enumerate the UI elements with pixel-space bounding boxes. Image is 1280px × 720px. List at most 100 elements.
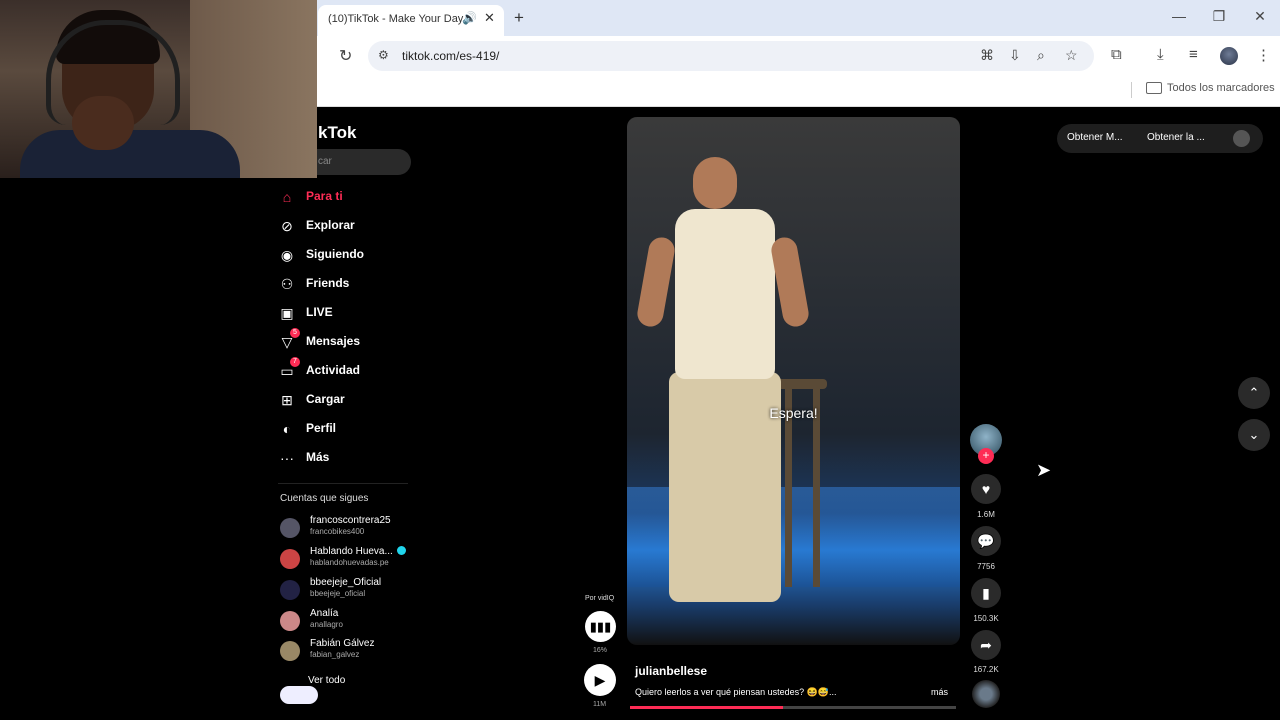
followed-account[interactable]: Fabián Gálvez fabian_galvez [280,638,420,664]
account-username: bbeejeje_oficial [310,589,366,598]
more-link[interactable]: más [931,687,948,697]
sidebar-item-label: Mensajes [306,334,361,348]
sidebar-item-actividad[interactable]: ▭ 7 Actividad [278,357,438,382]
video-description: Quiero leerlos a ver qué piensan ustedes… [635,687,837,697]
followed-account[interactable]: Analía anallagro [280,608,420,634]
sidebar-item-friends[interactable]: ⚇ Friends [278,273,438,295]
person-arm [635,235,677,329]
minimize-button[interactable]: — [1167,8,1191,24]
webcam-person-hand [72,96,134,150]
following-icon: ◉ [280,247,294,263]
account-name: francoscontrera25 [310,515,391,526]
extensions-icon[interactable]: ⧉ [1111,46,1122,63]
person-arm [769,235,811,329]
sidebar-item-cargar[interactable]: ⊞ Cargar [278,389,438,411]
previous-video-button[interactable]: ⌃ [1238,377,1270,409]
account-username: anallagro [310,620,343,629]
top-actions-bar: Obtener M... Obtener la ... [1057,124,1263,153]
comment-button[interactable]: 💬 [971,526,1001,556]
tab-title: (10)TikTok - Make Your Day [328,13,464,25]
user-avatar[interactable] [1233,130,1250,147]
sidebar-item-label: Más [306,450,330,464]
vidiq-label: Por vidIQ [585,595,615,602]
browser-tab[interactable]: (10)TikTok - Make Your Day 🔊 ✕ [318,5,504,36]
translate-icon[interactable]: ⌘ [980,47,994,64]
friends-icon: ⚇ [280,276,294,292]
follow-plus-icon[interactable]: + [978,448,994,464]
sidebar-item-m-s[interactable]: ··· Más [278,447,438,469]
avatar [280,549,300,569]
get-app-button[interactable]: Obtener la ... [1147,132,1205,143]
share-count: 167.2K [973,665,999,674]
verified-badge-icon [396,546,406,555]
share-button[interactable]: ➦ [971,630,1001,660]
address-bar[interactable]: ⚙ tiktok.com/es-419/ ⌘ ⇩ ⌕ ☆ [368,41,1094,71]
comment-count: 7756 [977,562,995,571]
video-author[interactable]: julianbellese [635,664,707,678]
sidebar-item-label: Friends [306,276,350,290]
mouse-cursor-icon: ➤ [1036,460,1052,480]
tiktok-logo[interactable]: kTok [318,123,356,143]
sidebar-item-para-ti[interactable]: ⌂ Para ti [278,186,438,208]
bookmark-star-icon[interactable]: ☆ [1065,47,1078,64]
avatar [280,518,300,538]
divider [1131,82,1132,98]
sidebar-item-explorar[interactable]: ⊘ Explorar [278,215,438,237]
site-info-icon[interactable]: ⚙ [378,48,389,62]
profile-avatar[interactable] [1220,47,1238,65]
see-all-icon[interactable] [280,686,318,704]
stats-icon[interactable]: ▮▮▮ [585,611,616,642]
account-username: fabian_galvez [310,650,360,659]
account-name-text: Analía [310,608,339,619]
upload-icon: ⊞ [281,392,293,408]
webcam-overlay [0,0,317,178]
menu-icon[interactable]: ⋮ [1256,46,1271,64]
video-player[interactable]: Espera! [627,117,960,645]
video-subtitle: Espera! [769,405,818,421]
video-progress-bar[interactable] [630,706,956,709]
play-button[interactable]: ▶ [584,664,616,696]
notification-badge: 7 [290,357,300,367]
folder-icon[interactable] [1146,82,1162,94]
followed-account[interactable]: Hablando Hueva... hablandohuevadas.pe [280,546,420,572]
music-disc-icon[interactable] [972,680,1000,708]
account-name-text: Fabián Gálvez [310,638,375,649]
zoom-icon[interactable]: ⌕ [1037,47,1045,64]
notification-badge: 5 [290,328,300,338]
vidiq-duration: 11M [593,701,607,708]
downloads-icon[interactable]: ⤓ [1157,46,1164,63]
sidebar-item-siguiendo[interactable]: ◉ Siguiendo [278,244,438,266]
followed-account[interactable]: francoscontrera25 francobikes400 [280,515,420,541]
account-name-text: francoscontrera25 [310,515,391,526]
see-all-link[interactable]: Ver todo [308,675,345,686]
sidebar-item-live[interactable]: ▣ LIVE [278,302,438,324]
person-shirt [675,209,775,379]
all-bookmarks-link[interactable]: Todos los marcadores [1167,82,1275,94]
like-button[interactable]: ♥ [971,474,1001,504]
account-username: hablandohuevadas.pe [310,558,389,567]
window-close-button[interactable]: ✕ [1248,8,1272,25]
install-app-icon[interactable]: ⇩ [1009,47,1021,64]
profile-icon: ◐ [282,421,292,437]
restore-button[interactable]: ❐ [1207,8,1231,25]
live-icon: ▣ [280,305,294,321]
audio-icon[interactable]: 🔊 [462,11,477,27]
sidebar-item-perfil[interactable]: ◐ Perfil [278,418,438,440]
next-video-button[interactable]: ⌄ [1238,419,1270,451]
search-placeholder: car [318,156,332,167]
save-button[interactable]: ▮ [971,578,1001,608]
reload-icon[interactable]: ↻ [339,46,352,66]
new-tab-button[interactable]: + [514,8,524,28]
avatar [280,641,300,661]
media-controls-icon[interactable]: ≡ [1189,46,1198,63]
like-count: 1.6M [977,510,995,519]
followed-account[interactable]: bbeejeje_Oficial bbeejeje_oficial [280,577,420,603]
get-coins-button[interactable]: Obtener M... [1067,132,1123,143]
account-name: Hablando Hueva... [310,546,406,557]
sidebar-item-mensajes[interactable]: ▽ 5 Mensajes [278,328,438,353]
close-tab-icon[interactable]: ✕ [484,10,495,26]
sidebar-item-label: Explorar [306,218,355,232]
avatar [280,611,300,631]
divider [278,483,408,484]
save-count: 150.3K [973,614,999,623]
